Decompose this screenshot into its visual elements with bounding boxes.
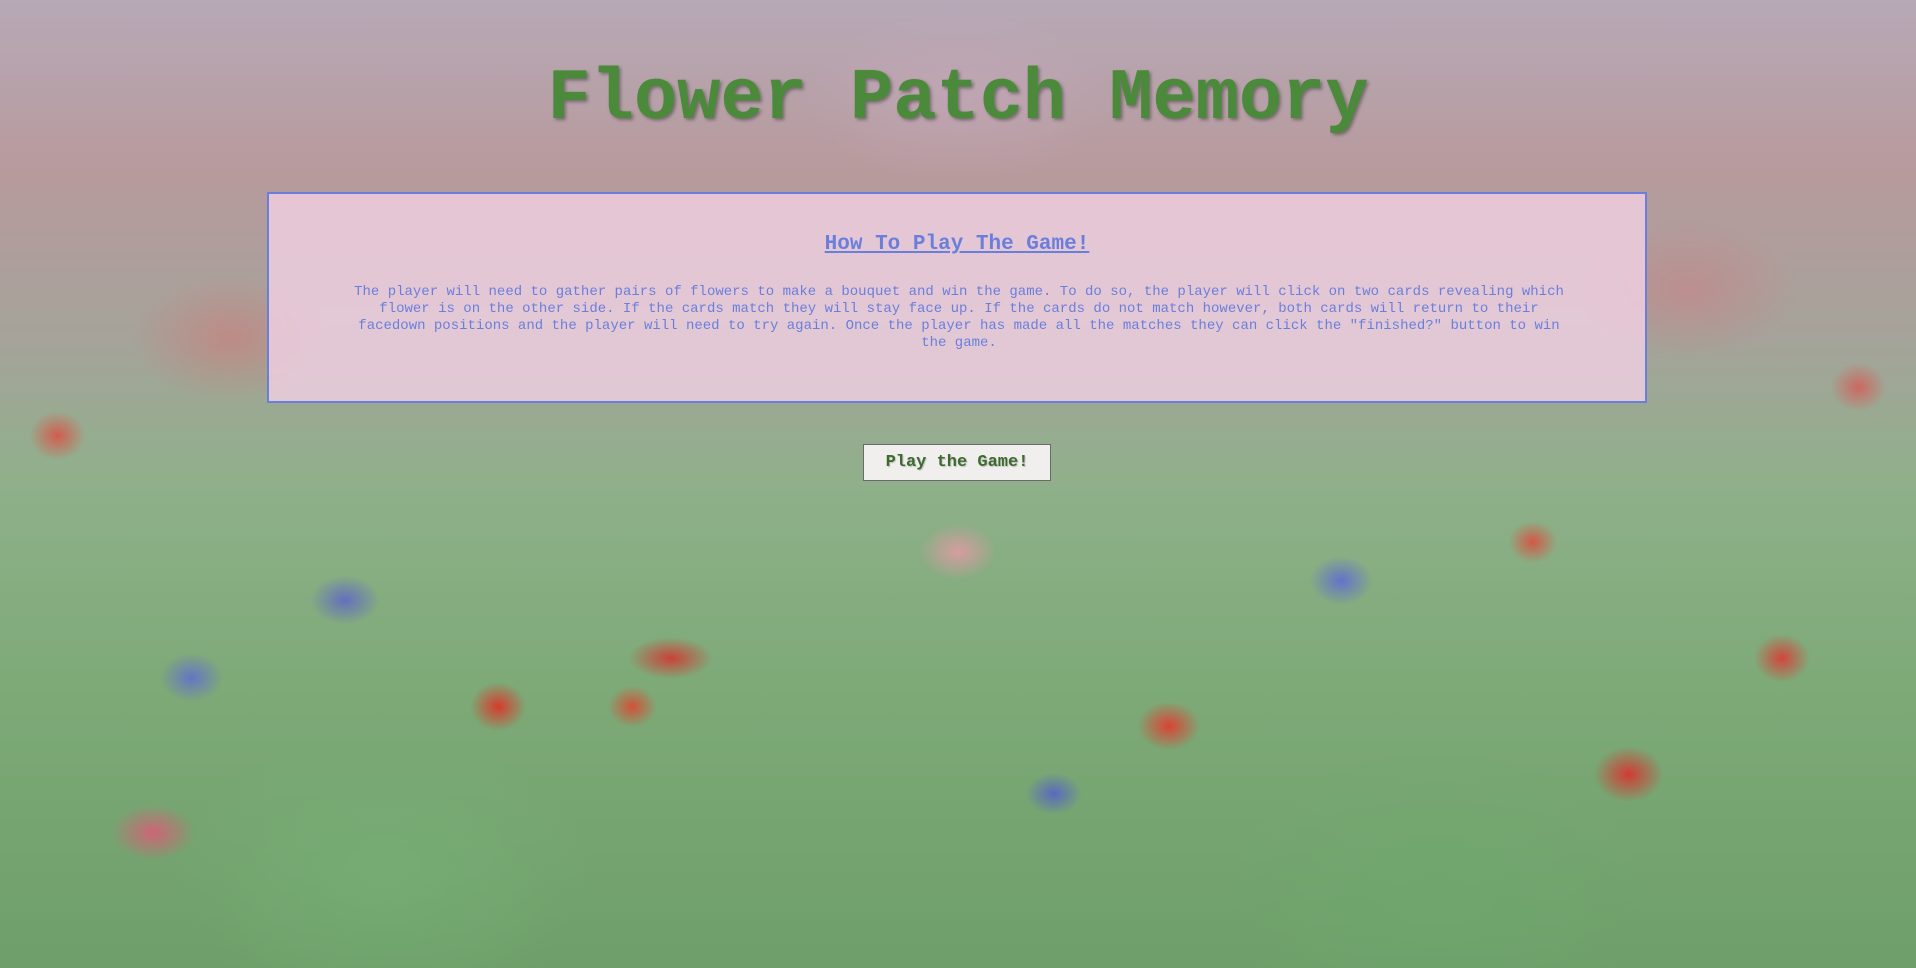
play-game-button[interactable]: Play the Game!: [863, 444, 1051, 481]
instructions-text: The player will need to gather pairs of …: [354, 284, 1564, 351]
instructions-panel: How To Play The Game! The player will ne…: [267, 192, 1647, 403]
page-title: Flower Patch Memory: [547, 58, 1369, 140]
instructions-heading: How To Play The Game!: [824, 233, 1090, 256]
